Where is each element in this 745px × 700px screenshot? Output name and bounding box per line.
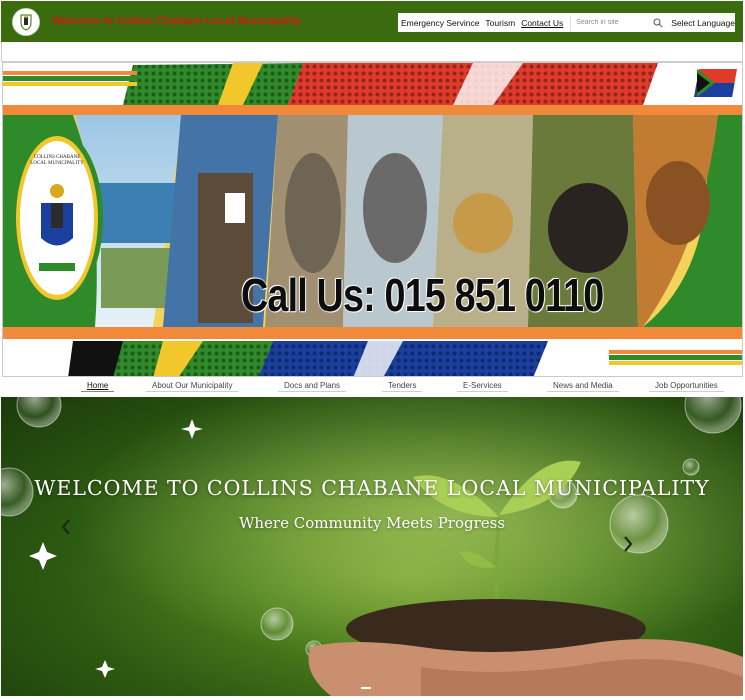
select-language-dropdown[interactable]: Select Language [671,18,735,28]
chevron-left-icon [61,519,70,535]
contact-us-link[interactable]: Contact Us [518,18,566,28]
main-navigation: Home About Our Municipality Docs and Pla… [1,378,743,396]
top-links-bar: Emergency Servince Tourism Contact Us Se… [398,13,735,32]
slider-next-button[interactable] [618,531,638,557]
municipality-logo[interactable] [12,8,40,36]
search-box [570,14,665,31]
slider-prev-button[interactable] [56,514,76,540]
nav-about-our-municipality[interactable]: About Our Municipality [146,381,239,392]
site-header: Welcome to Collins Chabane Local Municip… [1,1,743,42]
site-title[interactable]: Welcome to Collins Chabane Local Municip… [52,15,301,27]
emergency-service-link[interactable]: Emergency Servince [398,18,482,28]
svg-text:COLLINS CHABANE: COLLINS CHABANE [34,155,81,160]
hero-subtitle: Where Community Meets Progress [238,514,506,532]
nav-docs-and-plans[interactable]: Docs and Plans [278,381,347,392]
search-input[interactable] [571,15,654,30]
tourism-link[interactable]: Tourism [482,18,518,28]
nav-home[interactable]: Home [81,381,115,392]
chevron-right-icon [624,536,633,552]
svg-text:LOCAL MUNICIPALITY: LOCAL MUNICIPALITY [30,161,84,166]
call-us-phone-text[interactable]: Call Us: 015 851 0110 [241,268,604,322]
nav-tenders[interactable]: Tenders [382,381,423,392]
nav-news-and-media[interactable]: News and Media [547,381,619,392]
nav-job-opportunities[interactable]: Job Opportunities [649,381,724,392]
hero-slider: WELCOME TO COLLINS CHABANE LOCAL MUNICIP… [1,397,743,696]
hero-title: WELCOME TO COLLINS CHABANE LOCAL MUNICIP… [34,476,710,500]
slider-indicator[interactable] [361,687,371,689]
search-icon[interactable] [653,18,663,28]
nav-e-services[interactable]: E-Services [457,381,508,392]
hero-banner-image: COLLINS CHABANE LOCAL MUNICIPALITY Call … [2,62,743,377]
header-spacer [1,42,743,62]
